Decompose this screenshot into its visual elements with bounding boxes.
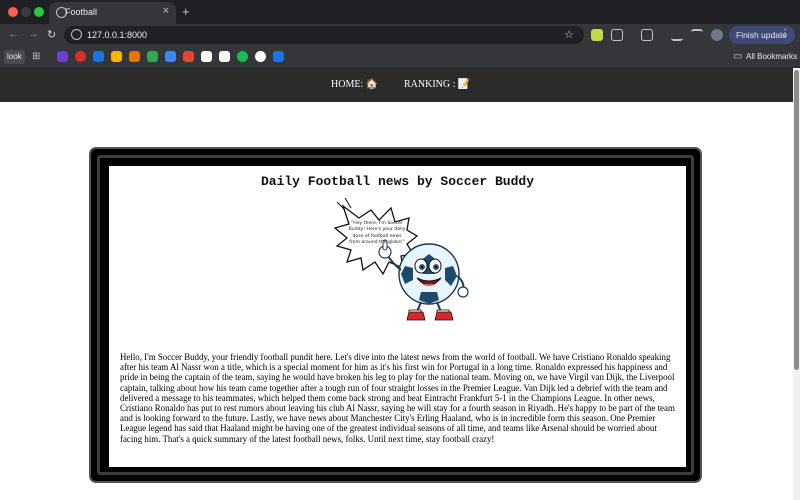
site-nav-bar: HOME: 🏠 RANKING : 📝 [0,68,793,102]
browser-toolbar: ← → ↻ 127.0.0.1:8000 ☆ Finish update ⋮ [0,24,800,46]
nav-home-link[interactable]: HOME: 🏠 [331,79,378,90]
extensions-puzzle-icon[interactable] [611,29,623,41]
menu-icon[interactable]: ⋮ [780,28,790,39]
github-icon[interactable] [255,51,266,62]
media-queue-icon[interactable] [691,29,703,41]
news-card: Daily Football news by Soccer Buddy "Hey… [109,166,686,467]
bookmark-icon[interactable] [183,51,194,62]
bookmark-icon[interactable] [165,51,176,62]
address-bar[interactable]: 127.0.0.1:8000 ☆ [64,26,584,44]
url-text[interactable]: 127.0.0.1:8000 [87,30,147,40]
new-tab-button[interactable]: + [182,4,190,19]
bookmark-star-icon[interactable]: ☆ [564,28,574,41]
back-button[interactable]: ← [8,28,19,40]
bookmark-icon[interactable] [273,51,284,62]
forward-button[interactable]: → [28,28,39,40]
reload-button[interactable]: ↻ [47,28,56,41]
bookmark-icon[interactable] [129,51,140,62]
bookmark-folder-look[interactable]: look [4,50,25,64]
tab-close-icon[interactable]: × [163,5,169,17]
bookmark-icon[interactable] [111,51,122,62]
spotify-icon[interactable] [237,51,248,62]
bookmark-icon[interactable] [219,51,230,62]
article-body: Hello, I'm Soccer Buddy, your friendly f… [120,352,675,444]
all-bookmarks-button[interactable]: All Bookmarks [746,52,797,61]
page-title: Daily Football news by Soccer Buddy [260,174,535,189]
finish-update-button[interactable]: Finish update ⋮ [729,26,795,44]
bookmark-icon[interactable] [147,51,158,62]
news-frame: Daily Football news by Soccer Buddy "Hey… [89,147,702,483]
apps-grid-icon[interactable]: ⊞ [32,51,40,62]
reading-list-icon[interactable] [641,29,653,41]
download-icon[interactable] [671,29,683,41]
site-info-icon[interactable] [71,29,82,40]
bookmark-icon[interactable] [201,51,212,62]
bookmark-icon[interactable] [93,51,104,62]
window-minimize-button[interactable] [21,7,31,17]
tab-title: Football [65,7,98,17]
window-maximize-button[interactable] [34,7,44,17]
speech-bubble-text: "Hey there, I'm Soccer Buddy! Here's you… [348,221,406,246]
bookmarks-bar: look ⊞ ▭ All Bookmarks [0,46,800,68]
profile-avatar[interactable] [711,29,723,41]
browser-tab-football[interactable]: Football × [49,2,176,24]
nav-ranking-link[interactable]: RANKING : 📝 [404,79,470,90]
bookmark-icon[interactable] [57,51,68,62]
window-close-button[interactable] [8,7,18,17]
page-scrollbar[interactable] [793,68,800,500]
scrollbar-thumb[interactable] [794,70,799,370]
bookmark-icon[interactable] [75,51,86,62]
soccer-buddy-mascot-image [333,197,469,321]
folder-icon: ▭ [733,51,743,62]
browser-tab-strip: Football × + [0,0,800,24]
extension-icon[interactable] [591,29,603,41]
page-viewport: HOME: 🏠 RANKING : 📝 Daily Football news … [0,68,793,500]
